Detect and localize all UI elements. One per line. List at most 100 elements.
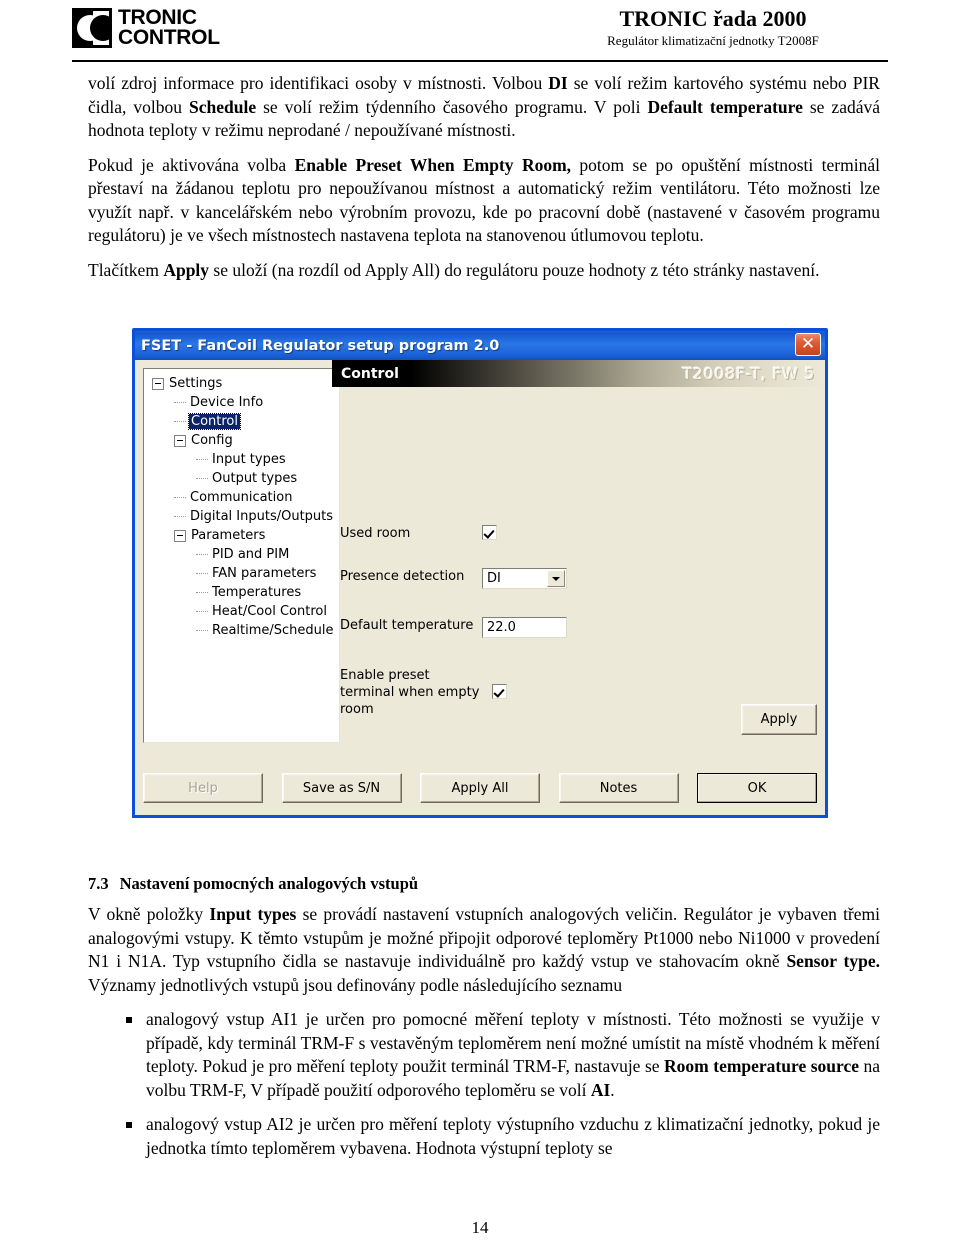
logo-wordmark-line1: TRONIC [118,6,197,29]
tree-item-pid-and-pim[interactable]: PID and PIM [144,545,339,564]
dialog-button-bar: Help Save as S/N Apply All Notes OK [143,773,817,803]
tree-connector-line [174,420,186,423]
tree-item-label: Control [188,413,241,430]
default-temperature-input[interactable]: 22.0 [482,617,567,638]
save-as-s-n-button[interactable]: Save as S/N [281,773,402,803]
logo-wordmark-line2: CONTROL [118,26,220,49]
b1-term-ai: AI [590,1079,611,1100]
tree-item-label: Temperatures [212,585,302,600]
p3-seg-c: se uloží (na rozdíl od Apply All) do reg… [209,259,820,280]
tree-item-realtime-schedule[interactable]: Realtime/Schedule [144,621,339,640]
tree-item-fan-parameters[interactable]: FAN parameters [144,564,339,583]
p1-term-schedule: Schedule [189,96,257,117]
navigation-tree[interactable]: Settings Device Info Control Config Input ty… [143,368,340,743]
tree-connector-line [196,572,208,575]
section-title: Nastavení pomocných analogových vstupů [119,874,419,893]
tree-connector-line [174,401,186,404]
control-form: Used room Presence detection DI Default … [340,395,817,755]
enable-preset-checkbox[interactable] [492,684,507,699]
default-temperature-label: Default temperature [340,618,474,633]
tree-item-label: PID and PIM [212,547,290,562]
tree-connector-line [196,458,208,461]
tree-expander-icon[interactable] [152,377,164,390]
p2-term-enable-preset: Enable Preset When Empty Room, [294,154,572,175]
notes-button[interactable]: Notes [558,773,679,803]
default-temperature-row: Default temperature 22.0 [340,617,567,638]
tree-connector-line [174,515,186,518]
tree-item-temperatures[interactable]: Temperatures [144,583,339,602]
tree-connector-line [196,553,208,556]
tree-item-config[interactable]: Config [144,431,339,450]
tree-item-parameters[interactable]: Parameters [144,526,339,545]
fset-dialog-window: FSET - FanCoil Regulator setup program 2… [132,328,828,818]
tree-item-label: Heat/Cool Control [212,604,327,619]
list-item: analogový vstup AI1 je určen pro pomocné… [126,1008,880,1102]
tree-item-label: Input types [212,452,286,467]
tree-item-label: Realtime/Schedule [212,623,334,638]
paragraph-1: volí zdroj informace pro identifikaci os… [88,72,880,143]
brand-title: TRONIC řada 2000 [619,6,807,31]
used-room-row: Used room [340,525,497,542]
company-logo: TRONIC CONTROL [72,6,220,49]
help-button: Help [143,773,263,803]
chevron-down-icon[interactable] [547,570,565,587]
enable-preset-label: Enable preset terminal when empty room [340,667,492,718]
tree-connector-line [174,496,186,499]
dialog-titlebar: FSET - FanCoil Regulator setup program 2… [135,331,825,360]
enable-preset-label-line2: terminal when empty [340,685,480,700]
tree-item-input-types[interactable]: Input types [144,450,339,469]
panel-header-bar: Control T2008F-T, FW 5 [332,360,825,387]
analog-input-list: analogový vstup AI1 je určen pro pomocné… [88,1008,880,1160]
enable-preset-label-line1: Enable preset [340,668,430,683]
ok-button[interactable]: OK [697,773,817,803]
p3-term-apply: Apply [163,259,210,280]
tree-item-settings[interactable]: Settings [144,374,339,393]
tree-item-label: Output types [212,471,298,486]
b1-term-room-temp-source: Room temperature source [664,1056,859,1076]
used-room-label: Used room [340,526,411,541]
used-room-checkbox[interactable] [482,525,497,540]
close-icon[interactable]: ✕ [795,333,821,356]
section-heading: 7.3 Nastavení pomocných analogových vstup… [88,874,880,894]
presence-detection-select[interactable]: DI [482,568,567,589]
brand-subtitle: Regulátor klimatizační jednotky T2008F [607,33,819,48]
page-header: TRONIC CONTROL TRONIC řada 2000 Reguláto… [0,0,960,62]
p1-seg-e: se volí režim týdenního časového program… [256,96,648,117]
p3-seg-a: Tlačítkem [88,259,164,280]
apply-all-button[interactable]: Apply All [420,773,540,803]
tree-item-label: Communication [190,490,293,505]
tree-item-control[interactable]: Control [144,412,339,431]
tree-item-label: Parameters [191,528,266,543]
apply-button[interactable]: Apply [741,704,817,735]
tree-item-device-info[interactable]: Device Info [144,393,339,412]
logo-circle-shape [90,15,109,41]
tree-item-communication[interactable]: Communication [144,488,339,507]
fset-dialog-screenshot: FSET - FanCoil Regulator setup program 2… [132,328,828,818]
list-item: analogový vstup AI2 je určen pro měření … [126,1113,880,1160]
tree-expander-icon[interactable] [174,529,186,542]
tree-item-digital-inputs-outputs[interactable]: Digital Inputs/Outputs [144,507,339,526]
presence-detection-value: DI [487,571,501,586]
p1-seg-a: volí zdroj informace pro identifikaci os… [88,73,549,93]
body-content: volí zdroj informace pro identifikaci os… [88,72,880,293]
tree-item-label: Config [191,433,233,448]
device-model-label: T2008F-T, FW 5 [682,364,815,383]
b2-text: analogový vstup AI2 je určen pro měření … [146,1114,880,1158]
tree-item-heat-cool-control[interactable]: Heat/Cool Control [144,602,339,621]
tree-expander-icon[interactable] [174,434,186,447]
tree-item-label: Settings [169,376,223,391]
tree-item-output-types[interactable]: Output types [144,469,339,488]
document-brand-heading: TRONIC řada 2000 Regulátor klimatizační … [538,6,888,49]
s73-seg-a: V okně položky [88,904,210,924]
tree-item-label: FAN parameters [212,566,317,581]
p1-term-default-temperature: Default temperature [647,96,803,117]
b1-seg-e: . [610,1079,615,1100]
logo-wordmark: TRONIC CONTROL [118,6,220,49]
paragraph-3: Tlačítkem Apply se uloží (na rozdíl od A… [88,259,880,283]
enable-preset-label-line3: room [340,702,374,717]
default-temperature-value: 22.0 [487,620,516,635]
tree-item-label: Device Info [190,395,264,410]
header-divider [72,60,888,62]
s73-term-sensor-type: Sensor type. [786,951,880,971]
p2-seg-a: Pokud je aktivována volba [88,154,295,175]
